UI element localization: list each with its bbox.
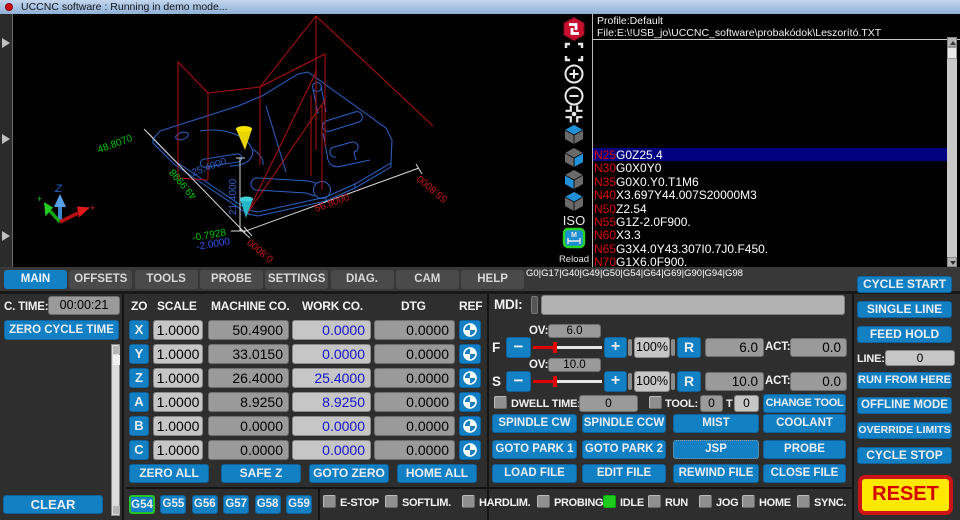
svg-text:Z: Z [54,183,63,195]
svg-text:56.8000: 56.8000 [313,192,351,215]
svg-text:21.4000: 21.4000 [228,178,239,215]
svg-text:0.8000: 0.8000 [245,236,276,264]
svg-text:55.8000: 55.8000 [415,172,450,204]
svg-text:M: M [571,232,577,239]
svg-text:ISO: ISO [563,213,585,228]
svg-text:48.8070: 48.8070 [96,133,134,156]
svg-text:+: + [37,194,42,204]
svg-text:25.4000: 25.4000 [190,156,228,179]
svg-text:Reload: Reload [559,254,589,265]
svg-text:+: + [90,203,95,213]
